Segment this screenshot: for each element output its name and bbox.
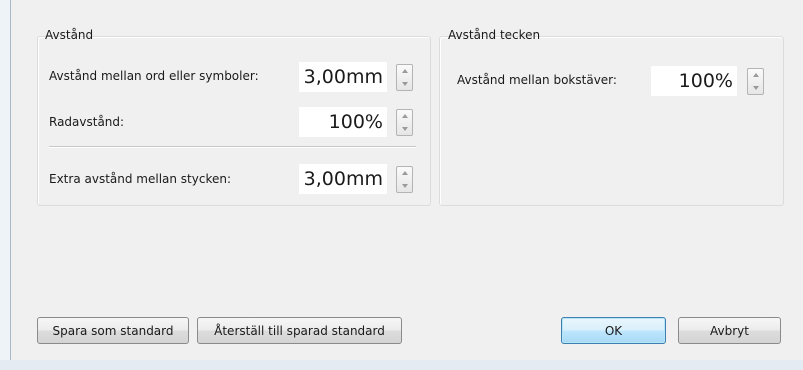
cancel-button[interactable]: Avbryt [678,317,781,344]
line-spacing-label: Radavstånd: [49,115,125,129]
spin-down-arrow-icon[interactable] [397,78,412,90]
spacing-dialog: Avstånd Avstånd mellan ord eller symbole… [10,0,803,360]
paragraph-spacing-spinner[interactable] [396,166,413,193]
spin-up-arrow-icon[interactable] [397,110,412,122]
word-spacing-label: Avstånd mellan ord eller symboler: [49,69,259,83]
window-bottom-edge [0,360,803,370]
character-spacing-group-title: Avstånd tecken [448,28,541,42]
group-separator [49,146,416,148]
line-spacing-input[interactable] [299,107,387,137]
spin-up-arrow-icon[interactable] [748,69,763,81]
spin-down-arrow-icon[interactable] [397,123,412,135]
letter-spacing-label: Avstånd mellan bokstäver: [457,73,617,87]
spin-down-arrow-icon[interactable] [748,82,763,94]
spin-up-arrow-icon[interactable] [397,65,412,77]
word-spacing-spinner[interactable] [396,64,413,91]
line-spacing-spinner[interactable] [396,109,413,136]
character-spacing-group [439,36,784,206]
paragraph-spacing-label: Extra avstånd mellan stycken: [49,172,232,186]
letter-spacing-spinner[interactable] [747,68,764,95]
reset-to-saved-default-button[interactable]: Återställ till sparad standard [197,317,402,344]
spin-up-arrow-icon[interactable] [397,167,412,179]
ok-button[interactable]: OK [561,317,666,344]
letter-spacing-input[interactable] [651,66,737,96]
spacing-group-title: Avstånd [45,28,94,42]
spin-down-arrow-icon[interactable] [397,180,412,192]
word-spacing-input[interactable] [299,62,387,92]
paragraph-spacing-input[interactable] [299,164,387,194]
save-as-default-button[interactable]: Spara som standard [37,317,189,344]
